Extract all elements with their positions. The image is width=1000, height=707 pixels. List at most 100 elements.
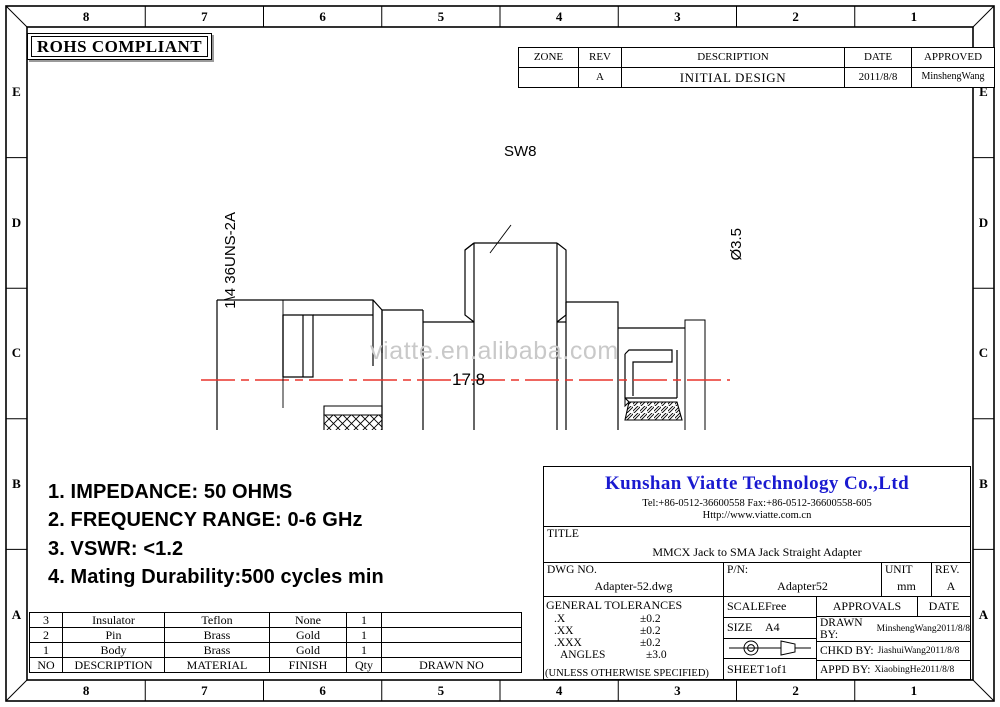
- zone-right-b: B: [979, 476, 988, 492]
- revision-table-header-row: ZONE REV DESCRIPTION DATE APPROVED: [518, 47, 995, 68]
- zone-top-4: 4: [555, 8, 563, 24]
- revision-cell-approved: MinshengWang: [911, 67, 995, 88]
- first-angle-projection-symbol-icon: [729, 640, 811, 656]
- bom-header-qty: Qty: [346, 657, 382, 673]
- title-value: MMCX Jack to SMA Jack Straight Adapter: [652, 545, 862, 559]
- bom-cell-finish: None: [269, 612, 347, 628]
- approval-row-drawn-by: DRAWN BY: MinshengWang2011/8/8: [817, 617, 970, 642]
- approvals-label: APPROVALS: [817, 597, 918, 616]
- scale-size-column: SCALE Free SIZE A4 SHEET 1of1: [724, 597, 817, 679]
- zone-bottom-1: 1: [910, 682, 918, 698]
- revision-table: ZONE REV DESCRIPTION DATE APPROVED A INI…: [518, 47, 995, 88]
- bom-cell-material: Brass: [164, 642, 270, 658]
- zone-left-e: E: [12, 84, 21, 100]
- company-website: Http://www.viatte.com.cn: [702, 509, 812, 521]
- tolerance-key: .X: [554, 613, 566, 625]
- zone-bottom-3: 3: [674, 682, 681, 698]
- bom-cell-drawn-no: [381, 642, 522, 658]
- zone-right-c: C: [978, 345, 989, 361]
- drawing-title-row: TITLE MMCX Jack to SMA Jack Straight Ada…: [544, 527, 970, 563]
- spec-item-frequency: 2. FREQUENCY RANGE: 0-6 GHz: [48, 509, 363, 532]
- approval-role: APPD BY:: [820, 664, 871, 676]
- bom-cell-finish: Gold: [269, 642, 347, 658]
- watermark: viatte.en.alibaba.com: [370, 337, 619, 365]
- approval-name: XiaobingHe2011/8/8: [874, 665, 955, 675]
- title-label: TITLE: [547, 528, 579, 540]
- tolerance-key: ANGLES: [560, 649, 606, 661]
- company-name: Kunshan Viatte Technology Co.,Ltd: [604, 472, 910, 494]
- rev-cell: REV. A: [932, 563, 970, 596]
- tolerance-key: .XXX: [554, 637, 582, 649]
- revision-cell-date: 2011/8/8: [844, 67, 912, 88]
- tolerance-row-xx: .XX ±0.2: [546, 625, 723, 637]
- zone-top-3: 3: [674, 8, 681, 24]
- bom-cell-material: Teflon: [164, 612, 270, 628]
- revision-cell-rev: A: [578, 67, 622, 88]
- sheet-value: 1of1: [765, 661, 787, 676]
- pn-value: Adapter52: [777, 579, 828, 593]
- zone-bottom-4: 4: [555, 682, 563, 698]
- tolerance-key: .XX: [554, 625, 574, 637]
- tolerance-row-x: .X ±0.2: [546, 613, 723, 625]
- zone-bottom-2: 2: [792, 682, 799, 698]
- rev-value: A: [946, 579, 956, 593]
- tolerance-value: ±0.2: [640, 637, 661, 649]
- approval-role: DRAWN BY:: [820, 617, 863, 641]
- dwg-no-cell: DWG NO. Adapter-52.dwg: [544, 563, 724, 596]
- zone-bottom-8: 8: [82, 682, 90, 698]
- zone-bottom-7: 7: [201, 682, 208, 698]
- approval-row-appd-by: APPD BY: XiaobingHe2011/8/8: [817, 661, 970, 679]
- bom-header-finish: FINISH: [269, 657, 347, 673]
- bom-cell-material: Brass: [164, 627, 270, 643]
- bom-cell-finish: Gold: [269, 627, 347, 643]
- unit-cell: UNIT mm: [882, 563, 932, 596]
- bill-of-materials-table: 3 Insulator Teflon None 1 2 Pin Brass Go…: [29, 612, 522, 673]
- bom-cell-drawn-no: [381, 612, 522, 628]
- unit-label: UNIT: [885, 564, 913, 576]
- tolerance-row-angles: ANGLES ±3.0: [546, 649, 723, 661]
- rohs-compliant-stamp: ROHS COMPLIANT: [27, 33, 212, 60]
- unit-value: mm: [897, 579, 916, 593]
- revision-header-rev: REV: [578, 47, 622, 68]
- zone-top-5: 5: [437, 8, 445, 24]
- spec-item-impedance: 1. IMPEDANCE: 50 OHMS: [48, 481, 293, 503]
- approvals-header: APPROVALS DATE: [817, 597, 970, 617]
- tolerance-value: ±0.2: [640, 625, 661, 637]
- thread-spec-label: 1\4 36UNS-2A: [222, 212, 239, 309]
- revision-header-date: DATE: [844, 47, 912, 68]
- scale-row: SCALE Free: [724, 597, 816, 618]
- rev-label: REV.: [935, 564, 960, 576]
- size-label: SIZE: [727, 620, 753, 635]
- bom-header-material: MATERIAL: [164, 657, 270, 673]
- zone-left-c: C: [11, 345, 22, 361]
- title-block: Kunshan Viatte Technology Co.,Ltd Tel:+8…: [543, 466, 971, 680]
- approvals-date-label: DATE: [928, 599, 960, 613]
- bom-cell-description: Insulator: [62, 612, 165, 628]
- dwg-pn-row: DWG NO. Adapter-52.dwg P/N: Adapter52 UN…: [544, 563, 970, 597]
- approvals-column: APPROVALS DATE DRAWN BY: MinshengWang201…: [817, 597, 970, 679]
- bom-cell-qty: 1: [346, 612, 382, 628]
- bom-cell-description: Pin: [62, 627, 165, 643]
- pn-label: P/N:: [727, 564, 749, 576]
- company-contact: Tel:+86-0512-36600558 Fax:+86-0512-36600…: [642, 497, 872, 509]
- revision-table-row: A INITIAL DESIGN 2011/8/8 MinshengWang: [518, 67, 995, 88]
- tolerances-heading: GENERAL TOLERANCES: [546, 598, 683, 612]
- bom-header-description: DESCRIPTION: [62, 657, 165, 673]
- zone-left-a: A: [11, 606, 22, 622]
- scale-label: SCALE: [727, 599, 766, 614]
- rohs-compliant-label: ROHS COMPLIANT: [31, 36, 208, 57]
- bom-cell-no: 3: [29, 612, 63, 628]
- dwg-no-label: DWG NO.: [547, 564, 597, 576]
- spec-item-durability: 4. Mating Durability:500 cycles min: [48, 566, 384, 589]
- sheet-label: SHEET: [727, 661, 765, 676]
- zone-top-2: 2: [792, 8, 799, 24]
- approval-role: CHKD BY:: [820, 645, 874, 657]
- bom-header-row: NO DESCRIPTION MATERIAL FINISH Qty DRAWN…: [29, 657, 522, 673]
- zone-top-8: 8: [82, 8, 90, 24]
- revision-header-approved: APPROVED: [911, 47, 995, 68]
- bom-cell-no: 2: [29, 627, 63, 643]
- revision-cell-zone: [518, 67, 579, 88]
- size-value: A4: [765, 620, 780, 635]
- bom-cell-no: 1: [29, 642, 63, 658]
- approval-row-chkd-by: CHKD BY: JiashuiWang2011/8/8: [817, 642, 970, 661]
